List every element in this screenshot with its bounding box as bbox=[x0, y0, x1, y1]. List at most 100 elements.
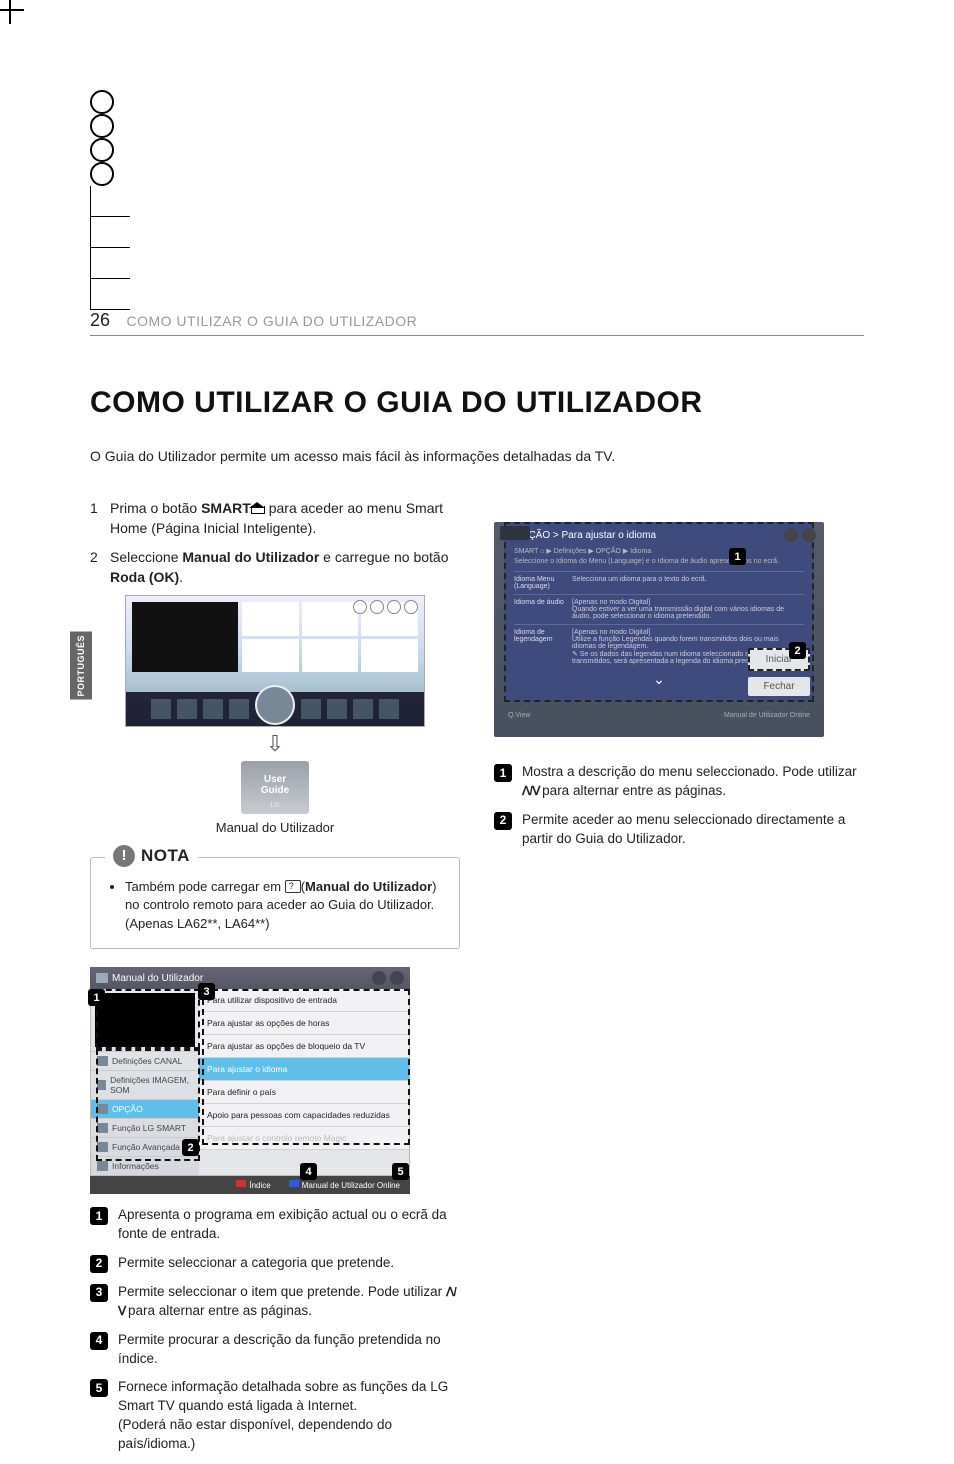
tv-preview bbox=[132, 602, 238, 672]
crop-mark-icon bbox=[90, 279, 91, 309]
footer-label: Manual de Utilizador Online bbox=[302, 1181, 400, 1190]
guide-detail-screenshot: OPÇÃO > Para ajustar o idioma SMART ⌂ ▶ … bbox=[494, 522, 824, 737]
intro-text: O Guia do Utilizador permite um acesso m… bbox=[90, 448, 864, 464]
legend-text: para alternar entre as páginas. bbox=[124, 1303, 312, 1318]
note-box: ! NOTA Também pode carregar em (Manual d… bbox=[90, 857, 460, 950]
tile-line: Guide bbox=[261, 785, 289, 796]
row-value: Selecciona um idioma para o texto do ecr… bbox=[572, 576, 804, 590]
dock-center-icon bbox=[255, 685, 295, 725]
blue-button-icon bbox=[289, 1180, 299, 1187]
step-bold: Manual do Utilizador bbox=[182, 549, 319, 565]
registration-mark-icon bbox=[90, 162, 114, 186]
breadcrumb: OPÇÃO > Para ajustar o idioma bbox=[514, 530, 804, 541]
footer-label: Índice bbox=[249, 1181, 270, 1190]
dock-tile bbox=[379, 699, 399, 719]
down-arrow-icon: ⇩ bbox=[125, 731, 425, 757]
registration-mark-icon bbox=[90, 114, 114, 138]
legend-text: Permite procurar a descrição da função p… bbox=[118, 1332, 441, 1366]
detail-row: Idioma de áudio[Apenas no modo Digital]Q… bbox=[514, 594, 804, 624]
crop-mark-icon bbox=[90, 278, 130, 279]
row-value: [Apenas no modo Digital]Quando estiver a… bbox=[572, 599, 804, 620]
dock-tile bbox=[301, 699, 321, 719]
legend-number: 1 bbox=[494, 764, 512, 782]
toolbar-icon bbox=[370, 600, 384, 614]
step-list: 1 Prima o botão SMART para aceder ao men… bbox=[90, 498, 460, 587]
row-label: Idioma de legendagem bbox=[514, 629, 572, 665]
manual-page: PORTUGUÊS 26 COMO UTILIZAR O GUIA DO UTI… bbox=[0, 0, 954, 1291]
figure-caption: Manual do Utilizador bbox=[125, 820, 425, 835]
window-tab-icon bbox=[500, 526, 530, 540]
legend-row: 1 Apresenta o programa em exibição actual… bbox=[90, 1206, 460, 1244]
legend-list-left: 1 Apresenta o programa em exibição actual… bbox=[90, 1206, 460, 1454]
page-header: 26 COMO UTILIZAR O GUIA DO UTILIZADOR bbox=[90, 310, 864, 336]
user-guide-tile: User Guide LG bbox=[241, 761, 309, 813]
callout-bubble-1: 1 bbox=[729, 548, 746, 565]
path-subtitle: Seleccione o Idioma do Menu (Language) e… bbox=[514, 558, 804, 565]
note-label: NOTA bbox=[141, 844, 190, 869]
minimize-icon bbox=[372, 971, 386, 985]
left-column: 1 Prima o botão SMART para aceder ao men… bbox=[90, 498, 460, 1464]
home-icon bbox=[251, 502, 265, 514]
dock-tile bbox=[177, 699, 197, 719]
header-section: COMO UTILIZAR O GUIA DO UTILIZADOR bbox=[126, 313, 417, 329]
legend-number: 1 bbox=[90, 1207, 108, 1225]
guide-list-screenshot: Manual do Utilizador Definições CANALDef… bbox=[90, 967, 410, 1194]
dock-tile bbox=[151, 699, 171, 719]
book-icon bbox=[285, 880, 301, 893]
red-button-icon bbox=[236, 1180, 246, 1187]
crop-mark-icon bbox=[90, 186, 91, 216]
registration-mark-icon bbox=[90, 90, 114, 114]
callout-bubble-2: 2 bbox=[789, 642, 806, 659]
legend-number: 5 bbox=[90, 1379, 108, 1397]
callout-outline-1 bbox=[96, 989, 200, 1049]
page-title: COMO UTILIZAR O GUIA DO UTILIZADOR bbox=[90, 386, 864, 420]
legend-row: 4 Permite procurar a descrição da função … bbox=[90, 1331, 460, 1369]
legend-text: Permite seleccionar a categoria que pret… bbox=[118, 1255, 394, 1270]
callout-bubble-2: 2 bbox=[182, 1139, 199, 1156]
footer-hint: Manual de Utilizador Online bbox=[724, 712, 810, 719]
legend-number: 2 bbox=[494, 812, 512, 830]
step-text: Prima o botão bbox=[110, 500, 201, 516]
legend-list-right: 1 Mostra a descrição do menu seleccionado… bbox=[494, 763, 864, 849]
legend-text: Permite seleccionar o item que pretende.… bbox=[118, 1284, 446, 1299]
row-label: Idioma Menu (Language) bbox=[514, 576, 572, 590]
app-tile bbox=[361, 639, 418, 673]
tile-brand: LG bbox=[243, 802, 307, 809]
close-button[interactable]: Fechar bbox=[748, 677, 810, 696]
crop-mark-icon bbox=[90, 216, 130, 217]
callout-bubble-5: 5 bbox=[392, 1163, 409, 1180]
step-text: . bbox=[179, 569, 183, 585]
dock-tile bbox=[353, 699, 373, 719]
legend-row: 2 Permite seleccionar a categoria que pre… bbox=[90, 1254, 460, 1273]
legend-text: para alternar entre as páginas. bbox=[538, 783, 726, 798]
close-icon bbox=[390, 971, 404, 985]
legend-row: 2Permite aceder ao menu seleccionado dir… bbox=[494, 811, 864, 849]
step-bold: Roda (OK) bbox=[110, 569, 179, 585]
legend-number: 2 bbox=[90, 1255, 108, 1273]
row-label: Idioma de áudio bbox=[514, 599, 572, 620]
legend-text: Fornece informação detalhada sobre as fu… bbox=[118, 1379, 448, 1413]
minimize-icon bbox=[784, 528, 798, 542]
right-column: OPÇÃO > Para ajustar o idioma SMART ⌂ ▶ … bbox=[494, 498, 864, 1464]
tile-line: User bbox=[264, 774, 286, 785]
detail-row: Idioma Menu (Language)Selecciona um idio… bbox=[514, 571, 804, 594]
legend-number: 4 bbox=[90, 1332, 108, 1350]
step-number: 1 bbox=[90, 498, 110, 539]
step-text: e carregue no botão bbox=[319, 549, 448, 565]
note-bold: Manual do Utilizador bbox=[305, 879, 432, 894]
book-icon bbox=[96, 973, 108, 983]
legend-text: Mostra a descrição do menu seleccionado.… bbox=[522, 764, 857, 779]
category-icon bbox=[97, 1161, 108, 1171]
app-tile bbox=[242, 602, 299, 636]
step-text: Seleccione bbox=[110, 549, 182, 565]
step-1: 1 Prima o botão SMART para aceder ao men… bbox=[90, 498, 460, 539]
legend-row: 3Permite seleccionar o item que pretende… bbox=[90, 1283, 460, 1321]
toolbar-icon bbox=[353, 600, 367, 614]
app-tile bbox=[302, 602, 359, 636]
toolbar-icon bbox=[404, 600, 418, 614]
toolbar-icon bbox=[387, 600, 401, 614]
category-label: Informações bbox=[112, 1161, 159, 1171]
dock-tile bbox=[203, 699, 223, 719]
footer-hint: Q.View bbox=[508, 712, 530, 719]
legend-text: Apresenta o programa em exibição actual … bbox=[118, 1207, 447, 1241]
